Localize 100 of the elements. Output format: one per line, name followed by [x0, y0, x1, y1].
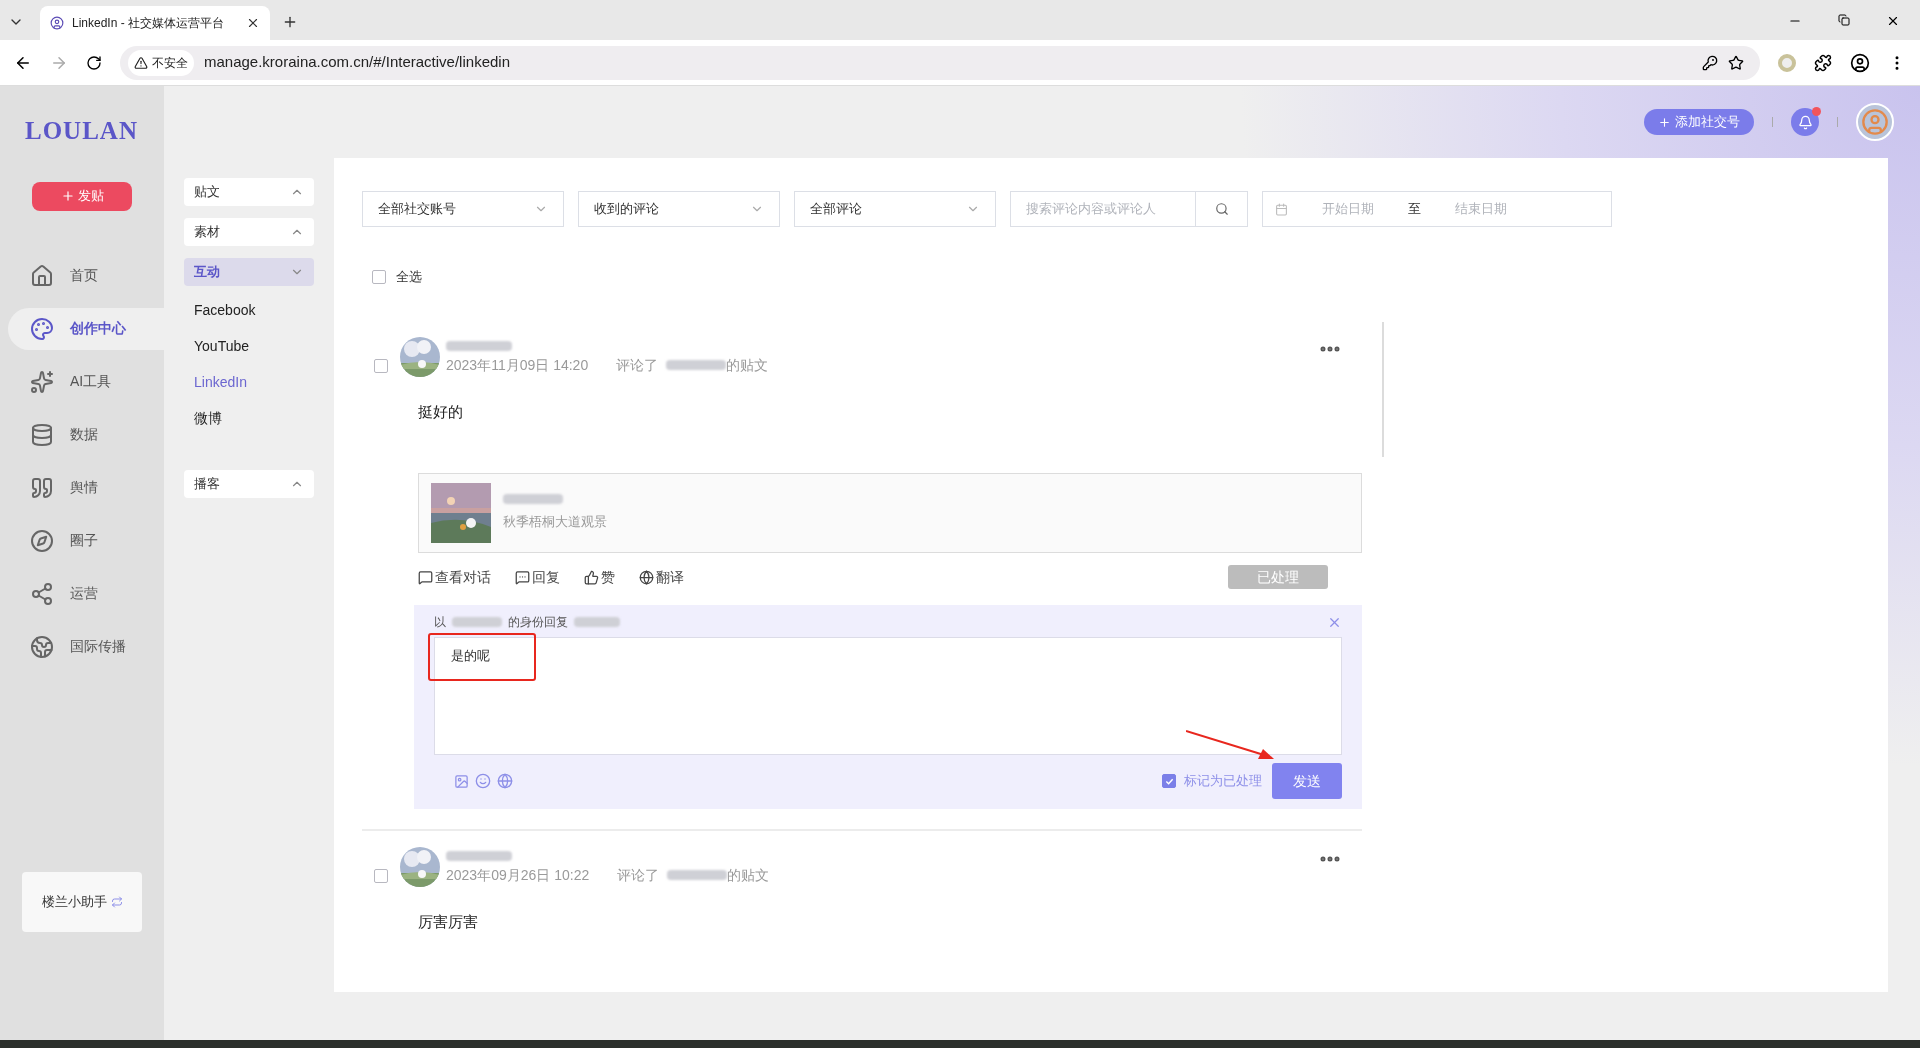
- close-icon[interactable]: [1886, 14, 1900, 28]
- chat-icon: [418, 569, 433, 585]
- submenu-item[interactable]: 互动: [184, 258, 314, 286]
- home-icon: [30, 263, 54, 288]
- checkbox[interactable]: [372, 269, 386, 284]
- bookmark-icon[interactable]: [1728, 54, 1744, 71]
- filter-select[interactable]: 全部社交账号: [362, 191, 564, 227]
- scrollbar[interactable]: [1382, 321, 1384, 457]
- checkmark-icon: [1164, 776, 1174, 786]
- comment-text: 厉害厉害: [418, 912, 479, 932]
- thumbs-up-icon: [584, 569, 599, 585]
- swap-icon: [110, 896, 123, 908]
- emoji-icon[interactable]: [475, 773, 491, 789]
- reload-icon[interactable]: [86, 54, 102, 71]
- user-icon: [1861, 108, 1889, 136]
- comment-action-button[interactable]: 赞: [584, 566, 615, 588]
- redacted-mark: [446, 851, 512, 861]
- comment-action-button[interactable]: 翻译: [639, 566, 684, 588]
- reply-input[interactable]: 是的呢: [434, 637, 1342, 755]
- post-button[interactable]: 发贴: [32, 181, 132, 211]
- database-icon: [30, 422, 54, 447]
- submenu-link[interactable]: Facebook: [184, 292, 314, 328]
- nav-item[interactable]: 创作中心: [8, 307, 164, 350]
- restore-icon[interactable]: [1838, 14, 1850, 26]
- date-range-field[interactable]: 开始日期 至 结束日期: [1262, 191, 1612, 227]
- globe-icon: [30, 634, 54, 659]
- quote-icon: [30, 475, 54, 500]
- nav-item[interactable]: 数据: [8, 413, 164, 456]
- close-icon[interactable]: [246, 16, 260, 30]
- new-tab-icon[interactable]: [282, 14, 298, 30]
- sparkles-icon: [30, 369, 54, 394]
- filter-select[interactable]: 全部评论: [794, 191, 996, 227]
- avatar-icon[interactable]: [1856, 103, 1894, 141]
- profile-icon[interactable]: [1850, 52, 1870, 73]
- nav-item[interactable]: AI工具: [8, 360, 164, 403]
- comment-icon: [515, 569, 530, 585]
- reply-identity-label: 的身份回复: [508, 614, 568, 631]
- url-field[interactable]: 不安全 manage.kroraina.com.cn/#/Interactive/linkedin: [120, 45, 1760, 80]
- range-separator: 至: [1408, 200, 1421, 219]
- comment-text: 挺好的: [418, 401, 464, 422]
- search-field[interactable]: 搜索评论内容或评论人: [1010, 191, 1248, 227]
- nav-item[interactable]: 首页: [8, 254, 164, 297]
- comment-date: 2023年09月26日 10:22: [446, 866, 590, 885]
- search-input[interactable]: 搜索评论内容或评论人: [1011, 199, 1195, 219]
- plus-icon: [1658, 115, 1671, 129]
- filter-select[interactable]: 收到的评论: [578, 191, 780, 227]
- submenu-link[interactable]: 微博: [184, 400, 314, 436]
- post-caption: 秋季梧桐大道观景: [503, 513, 607, 532]
- nav-item[interactable]: 国际传播: [8, 625, 164, 668]
- submenu-link[interactable]: LinkedIn: [184, 364, 314, 400]
- comment-action-button[interactable]: 查看对话: [418, 566, 491, 588]
- security-chip[interactable]: 不安全: [128, 49, 194, 76]
- palette-icon: [30, 316, 54, 341]
- notification-button[interactable]: [1791, 108, 1819, 136]
- select-all-label: 全选: [396, 268, 422, 286]
- submenu-item[interactable]: 贴文: [184, 178, 314, 206]
- extensions-icon[interactable]: [1814, 53, 1832, 72]
- comment-action-button[interactable]: 回复: [515, 566, 560, 588]
- url-text: manage.kroraina.com.cn/#/Interactive/linkedin: [204, 52, 510, 73]
- checkbox[interactable]: [374, 358, 388, 373]
- plus-icon: [60, 189, 75, 203]
- nav-item[interactable]: 圈子: [8, 519, 164, 562]
- logo: LOULAN: [25, 116, 139, 146]
- reply-prefix: 以: [434, 614, 446, 631]
- comment-action: 评论了: [616, 355, 659, 375]
- key-icon[interactable]: [1702, 54, 1718, 71]
- post-reference: 的贴文: [726, 355, 769, 375]
- warning-icon: [134, 55, 148, 70]
- search-icon[interactable]: [1214, 202, 1229, 216]
- submenu-item[interactable]: 素材: [184, 218, 314, 246]
- favicon-icon: [50, 16, 64, 30]
- redacted-mark: [574, 617, 620, 627]
- redacted-mark: [446, 340, 512, 351]
- nav-item[interactable]: 舆情: [8, 466, 164, 509]
- tab-title: LinkedIn - 社交媒体运营平台: [72, 15, 225, 32]
- compass-icon: [30, 528, 54, 553]
- end-date-field[interactable]: 结束日期: [1421, 199, 1541, 219]
- assistant-card[interactable]: 楼兰小助手: [22, 872, 142, 932]
- nav-item[interactable]: 运营: [8, 572, 164, 615]
- redacted-mark: [452, 617, 502, 627]
- submenu-item[interactable]: 播客: [184, 470, 314, 498]
- globe-icon[interactable]: [497, 773, 513, 789]
- redacted-mark: [666, 359, 727, 370]
- comment-date: 2023年11月09日 14:20: [446, 355, 589, 375]
- add-account-button[interactable]: 添加社交号: [1644, 109, 1754, 135]
- checkbox[interactable]: [374, 869, 388, 883]
- calendar-icon: [1275, 202, 1288, 216]
- image-icon[interactable]: [454, 773, 469, 789]
- bell-icon: [1797, 114, 1813, 130]
- post-reference: 的贴文: [727, 866, 770, 885]
- checkbox[interactable]: [1162, 774, 1176, 788]
- share-icon: [30, 581, 54, 606]
- globe-icon: [639, 569, 654, 585]
- comment-action: 评论了: [617, 866, 660, 885]
- submenu-link[interactable]: YouTube: [184, 328, 314, 364]
- redacted-mark: [503, 494, 563, 505]
- start-date-field[interactable]: 开始日期: [1288, 199, 1408, 219]
- redacted-mark: [667, 870, 728, 880]
- browser-tab[interactable]: LinkedIn - 社交媒体运营平台: [40, 6, 270, 40]
- mark-processed-label: 标记为已处理: [1184, 772, 1262, 791]
